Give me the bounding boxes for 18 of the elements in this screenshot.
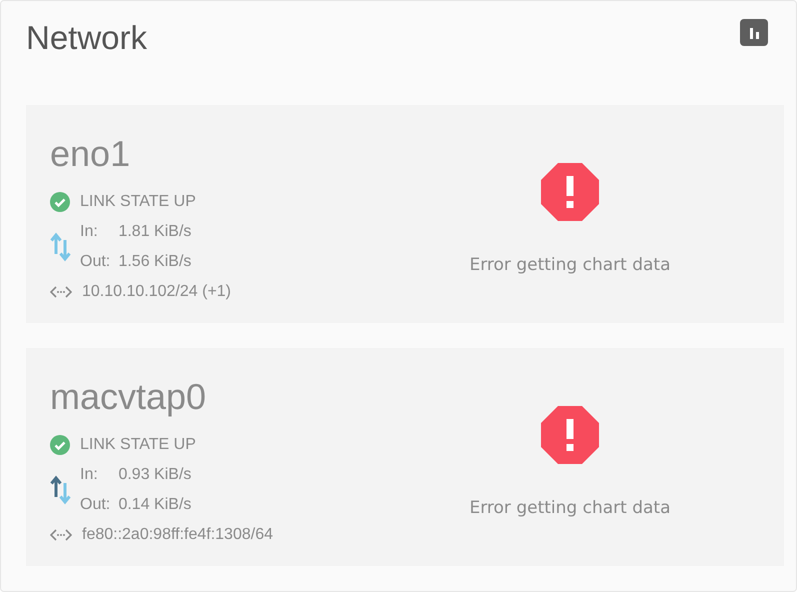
error-icon <box>541 406 599 464</box>
interface-name: eno1 <box>50 132 130 175</box>
interface-name: macvtap0 <box>50 376 206 418</box>
ip-address: fe80::2a0:98ff:fe4f:1308/64 <box>82 526 273 544</box>
ip-address: 10.10.10.102/24 (+1) <box>82 282 232 301</box>
address-icon <box>50 528 72 542</box>
chart-error-message: Error getting chart data <box>469 254 670 275</box>
link-state: LINK STATE UP <box>80 436 196 454</box>
in-rate: In: 1.81 KiB/s <box>80 222 192 241</box>
link-state: LINK STATE UP <box>80 192 196 211</box>
error-icon <box>541 162 599 221</box>
out-rate: Out: 1.56 KiB/s <box>80 252 192 271</box>
in-rate: In: 0.93 KiB/s <box>80 466 192 484</box>
out-rate: Out: 0.14 KiB/s <box>80 496 192 514</box>
chart-button[interactable] <box>740 19 768 46</box>
panel-title: Network <box>26 19 148 57</box>
address-icon <box>50 284 72 299</box>
chart-error-message: Error getting chart data <box>469 498 670 518</box>
